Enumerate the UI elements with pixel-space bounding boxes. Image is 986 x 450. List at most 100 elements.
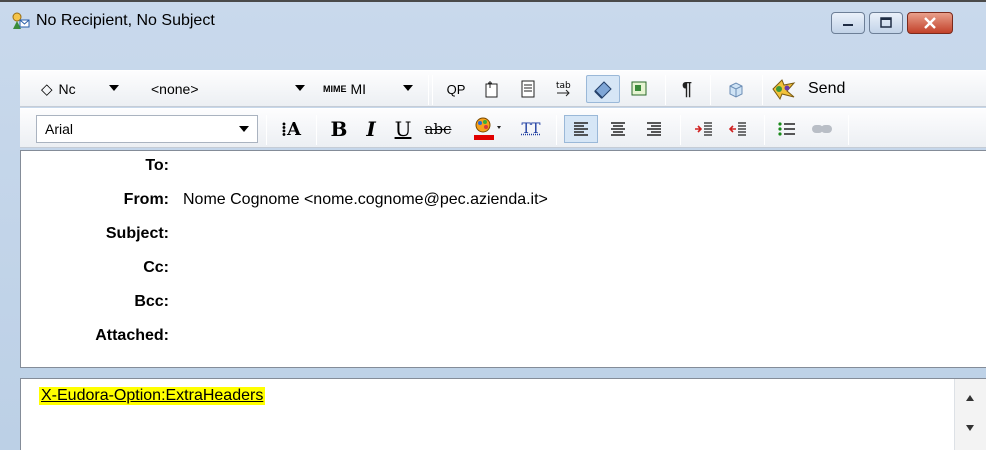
- text-attachment-button[interactable]: [476, 75, 508, 103]
- mime-dropdown[interactable]: MIME MI: [316, 75, 420, 103]
- close-icon: [924, 17, 936, 29]
- window-title: No Recipient, No Subject: [36, 12, 215, 29]
- word-wrap-button[interactable]: [512, 75, 544, 103]
- from-field[interactable]: Nome Cognome <nome.cognome@pec.azienda.i…: [183, 191, 548, 209]
- compose-window: No Recipient, No Subject ◇ Nc <none> MIM…: [0, 0, 986, 450]
- toolbar-separator: [428, 75, 429, 105]
- toolbar-separator: [710, 75, 711, 105]
- font-size-icon: ⁞A: [281, 118, 301, 140]
- toolbar-separator: [680, 115, 681, 145]
- strikethrough-button[interactable]: abc: [420, 115, 456, 143]
- tab-icon: tab: [556, 81, 571, 97]
- indent-icon: [695, 122, 712, 136]
- document-lines-icon: [521, 80, 535, 98]
- indent-button[interactable]: [688, 115, 720, 143]
- header-row-cc[interactable]: Cc:: [21, 259, 986, 281]
- toolbar-separator: [665, 75, 666, 105]
- maximize-icon: [880, 17, 892, 28]
- font-size-button[interactable]: ⁞A: [274, 115, 308, 143]
- body-text[interactable]: X-Eudora-Option:ExtraHeaders: [39, 387, 266, 405]
- chevron-down-icon: [239, 126, 249, 132]
- header-row-subject[interactable]: Subject:: [21, 225, 986, 247]
- font-value: Arial: [45, 121, 74, 137]
- attached-label: Attached:: [95, 327, 169, 344]
- return-receipt-button[interactable]: [624, 75, 656, 103]
- show-formatting-button[interactable]: ¶: [672, 75, 702, 103]
- mime-prefix: MIME: [323, 84, 347, 94]
- subject-label: Subject:: [105, 225, 169, 242]
- header-row-to[interactable]: To:: [21, 157, 986, 179]
- send-label: Send: [808, 80, 846, 97]
- minimize-button[interactable]: [831, 12, 865, 34]
- bcc-label: Bcc:: [134, 293, 169, 310]
- align-center-button[interactable]: [602, 115, 634, 143]
- minimize-icon: [843, 24, 853, 26]
- priority-value: Nc: [58, 81, 76, 97]
- header-row-attached[interactable]: Attached:: [21, 327, 986, 349]
- align-right-button[interactable]: [638, 115, 670, 143]
- italic-button[interactable]: I: [356, 115, 386, 143]
- keep-copies-button[interactable]: [586, 75, 620, 103]
- chevron-down-icon: [295, 85, 305, 91]
- align-left-icon: [574, 122, 588, 136]
- toolbar-separator: [432, 75, 433, 105]
- header-fields: To: From: Nome Cognome <nome.cognome@pec…: [20, 150, 986, 368]
- send-icon: [772, 79, 796, 101]
- align-left-button[interactable]: [564, 115, 598, 143]
- send-button[interactable]: Send: [770, 75, 864, 103]
- toolbar-separator: [556, 115, 557, 145]
- eraser-icon: [594, 81, 612, 99]
- formatting-toolbar: Arial ⁞A B I U abc TT: [20, 108, 986, 148]
- maximize-button[interactable]: [869, 12, 903, 34]
- insert-object-button[interactable]: [720, 75, 752, 103]
- header-row-from[interactable]: From: Nome Cognome <nome.cognome@pec.azi…: [21, 191, 986, 213]
- underline-label: U: [394, 117, 412, 141]
- vertical-scrollbar[interactable]: [954, 379, 986, 450]
- bullet-list-button[interactable]: [772, 115, 802, 143]
- scroll-down-arrow-icon[interactable]: [966, 425, 974, 431]
- priority-dropdown[interactable]: ◇ Nc: [30, 75, 126, 103]
- teletype-label: TT: [521, 121, 541, 137]
- link-icon: [812, 125, 832, 133]
- outdent-button[interactable]: [722, 115, 754, 143]
- title-bar[interactable]: No Recipient, No Subject: [0, 2, 986, 42]
- attachment-doc-icon: [485, 81, 498, 98]
- pilcrow-icon: ¶: [681, 79, 692, 99]
- from-label: From:: [123, 191, 169, 208]
- strikethrough-label: abc: [424, 120, 452, 138]
- outdent-icon: [728, 122, 746, 136]
- toolbar-separator: [848, 115, 849, 145]
- header-row-bcc[interactable]: Bcc:: [21, 293, 986, 315]
- to-label: To:: [145, 157, 169, 174]
- svg-text:tab: tab: [556, 81, 571, 91]
- teletype-button[interactable]: TT: [514, 115, 548, 143]
- italic-label: I: [366, 117, 376, 141]
- chevron-down-icon: [403, 85, 413, 91]
- text-color-icon: [474, 117, 501, 140]
- qp-label: QP: [446, 81, 466, 97]
- message-body[interactable]: X-Eudora-Option:ExtraHeaders: [20, 378, 986, 450]
- toolbar-separator: [764, 115, 765, 145]
- font-dropdown[interactable]: Arial: [36, 115, 258, 143]
- mime-value: MI: [350, 81, 367, 97]
- eudora-compose-icon: [10, 11, 30, 31]
- quoted-printable-button[interactable]: QP: [440, 75, 472, 103]
- toolbar-separator: [266, 115, 267, 145]
- bold-label: B: [330, 117, 348, 141]
- insert-link-button[interactable]: [806, 115, 838, 143]
- align-center-icon: [611, 122, 625, 136]
- toolbar-separator: [316, 115, 317, 145]
- message-toolbar: ◇ Nc <none> MIME MI QP tab ¶ Send: [20, 70, 986, 107]
- toolbar-separator: [762, 75, 763, 105]
- chevron-down-icon: [109, 85, 119, 91]
- signature-dropdown[interactable]: <none>: [132, 75, 312, 103]
- cube-icon: [729, 82, 743, 98]
- bold-button[interactable]: B: [324, 115, 354, 143]
- text-color-button[interactable]: [460, 115, 512, 143]
- close-button[interactable]: [907, 12, 953, 34]
- tabs-in-body-button[interactable]: tab: [548, 75, 580, 103]
- signature-value: <none>: [151, 81, 199, 97]
- priority-diamond-icon: ◇: [41, 81, 53, 98]
- underline-button[interactable]: U: [388, 115, 418, 143]
- scroll-up-arrow-icon[interactable]: [966, 395, 974, 401]
